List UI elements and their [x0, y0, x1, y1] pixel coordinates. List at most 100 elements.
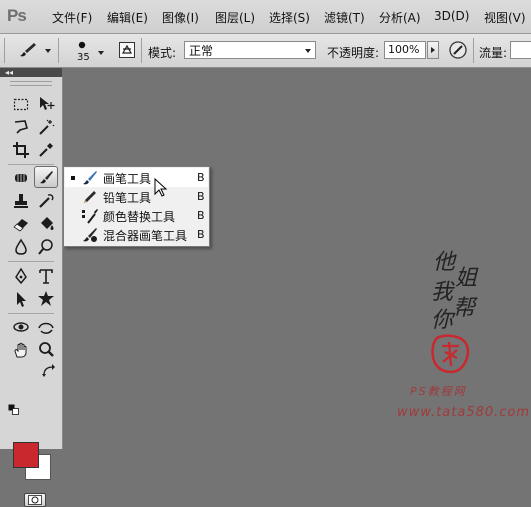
- brush-panel-toggle[interactable]: [117, 39, 137, 61]
- marquee-tool[interactable]: [9, 93, 33, 115]
- zoom-icon: [39, 342, 54, 357]
- tablet-pressure-opacity-button[interactable]: [447, 39, 469, 61]
- eraser-tool[interactable]: [9, 213, 33, 235]
- menu-layer[interactable]: 图层(L): [215, 9, 255, 26]
- flyout-item-color-replacement[interactable]: 颜色替换工具 B: [65, 206, 208, 225]
- color-replacement-icon: [82, 209, 98, 224]
- flyout-item-shortcut: B: [197, 171, 205, 184]
- flow-input[interactable]: [510, 41, 531, 59]
- mouse-cursor-icon: [154, 178, 168, 197]
- flyout-item-pencil[interactable]: 铅笔工具 B: [65, 187, 208, 206]
- flyout-item-label: 颜色替换工具: [103, 210, 176, 224]
- default-colors-icon: [8, 404, 19, 415]
- rectangular-marquee-icon: [13, 98, 29, 111]
- flyout-item-brush[interactable]: 画笔工具 B: [65, 168, 208, 187]
- 3d-rotate-tool[interactable]: [9, 316, 33, 338]
- zoom-tool[interactable]: [34, 339, 58, 361]
- quick-mask-button[interactable]: [24, 493, 46, 507]
- menu-3d[interactable]: 3D(D): [434, 9, 469, 23]
- flyout-item-shortcut: B: [197, 190, 205, 203]
- brush-icon: [40, 171, 53, 184]
- brush-preset-icon: [20, 43, 51, 57]
- brush-tool-flyout: 画笔工具 B 铅笔工具 B 颜色替换工具 B 混合器画笔工具 B: [63, 166, 210, 247]
- eyedropper-tool[interactable]: [34, 139, 58, 161]
- watermark-char: 你: [431, 308, 454, 333]
- opacity-input[interactable]: 100%: [384, 41, 426, 59]
- hand-tool[interactable]: [9, 339, 33, 361]
- flow-label: 流量:: [479, 46, 508, 60]
- selected-bullet-icon: [71, 176, 75, 180]
- paint-bucket-tool[interactable]: [34, 213, 58, 235]
- path-selection-tool[interactable]: [9, 288, 33, 310]
- brush-size-label: 35: [77, 52, 90, 63]
- opacity-label: 不透明度:: [327, 46, 380, 60]
- mixer-brush-icon: [83, 228, 97, 242]
- menu-analysis[interactable]: 分析(A): [379, 9, 421, 26]
- lasso-tool[interactable]: [9, 116, 33, 138]
- crop-tool[interactable]: [9, 139, 33, 161]
- watermark-char: 帮: [453, 296, 476, 321]
- eyedropper-icon: [39, 143, 53, 157]
- custom-shape-icon: [38, 291, 54, 306]
- opacity-slider-button[interactable]: [427, 41, 439, 59]
- brush-picker[interactable]: 35: [64, 37, 108, 65]
- chevron-down-icon: [305, 49, 311, 53]
- options-bar: 35 模式: 正常 不透明度: 100% 流量:: [0, 34, 531, 68]
- options-separator: [58, 38, 59, 63]
- type-tool[interactable]: [34, 265, 58, 287]
- move-icon: [40, 97, 55, 110]
- brush-panel-icon: [119, 42, 135, 58]
- toolbox-separator: [8, 261, 54, 262]
- custom-shape-tool[interactable]: [34, 288, 58, 310]
- flyout-item-mixer-brush[interactable]: 混合器画笔工具 B: [65, 225, 208, 244]
- toolbox-separator: [8, 313, 54, 314]
- history-brush-tool[interactable]: [34, 190, 58, 212]
- swap-colors-button[interactable]: [42, 364, 56, 378]
- dodge-tool[interactable]: [34, 236, 58, 258]
- default-colors-button[interactable]: [8, 404, 20, 416]
- healing-brush-tool[interactable]: [9, 167, 33, 189]
- move-tool[interactable]: [34, 93, 58, 115]
- toolbox-grip[interactable]: [10, 81, 52, 86]
- flyout-item-shortcut: B: [197, 209, 205, 222]
- eraser-icon: [13, 219, 28, 232]
- collapse-panel-icon[interactable]: ◂◂: [5, 68, 13, 77]
- menu-edit[interactable]: 编辑(E): [107, 9, 148, 26]
- history-brush-icon: [39, 194, 54, 208]
- options-separator: [141, 38, 142, 63]
- path-selection-icon: [17, 292, 26, 307]
- crop-icon: [13, 142, 29, 158]
- menu-select[interactable]: 选择(S): [269, 9, 310, 26]
- flyout-item-shortcut: B: [197, 228, 205, 241]
- toolbox-header[interactable]: ◂◂: [0, 68, 62, 77]
- spot-healing-icon: [15, 174, 27, 182]
- menu-filter[interactable]: 滤镜(T): [324, 9, 365, 26]
- photoshop-logo: Ps: [7, 6, 27, 25]
- opacity-value: 100%: [388, 43, 420, 56]
- toolbox-separator: [8, 164, 54, 165]
- options-separator: [473, 38, 474, 63]
- tablet-pressure-icon: [449, 41, 467, 59]
- dodge-icon: [38, 239, 53, 255]
- mode-value: 正常: [189, 44, 214, 58]
- quick-selection-tool[interactable]: [34, 116, 58, 138]
- clone-stamp-tool[interactable]: [9, 190, 33, 212]
- 3d-rotate-icon: [13, 322, 29, 332]
- flyout-item-label: 铅笔工具: [103, 191, 152, 205]
- tool-preset-picker[interactable]: [12, 39, 52, 61]
- toolbox: [0, 77, 63, 507]
- watermark-char: 姐: [455, 266, 478, 291]
- polygonal-lasso-icon: [14, 120, 28, 134]
- mode-select[interactable]: 正常: [184, 41, 316, 59]
- 3d-orbit-tool[interactable]: [34, 316, 58, 338]
- menu-image[interactable]: 图像(I): [162, 9, 199, 26]
- options-grip: [4, 38, 5, 63]
- menu-file[interactable]: 文件(F): [52, 9, 92, 26]
- blur-tool[interactable]: [9, 236, 33, 258]
- menu-view[interactable]: 视图(V): [484, 9, 526, 26]
- pen-tool[interactable]: [9, 265, 33, 287]
- brush-tool[interactable]: [34, 166, 58, 188]
- foreground-color-swatch[interactable]: [13, 442, 39, 468]
- menu-bar: Ps 文件(F) 编辑(E) 图像(I) 图层(L) 选择(S) 滤镜(T) 分…: [0, 0, 531, 34]
- magic-wand-icon: [39, 119, 55, 135]
